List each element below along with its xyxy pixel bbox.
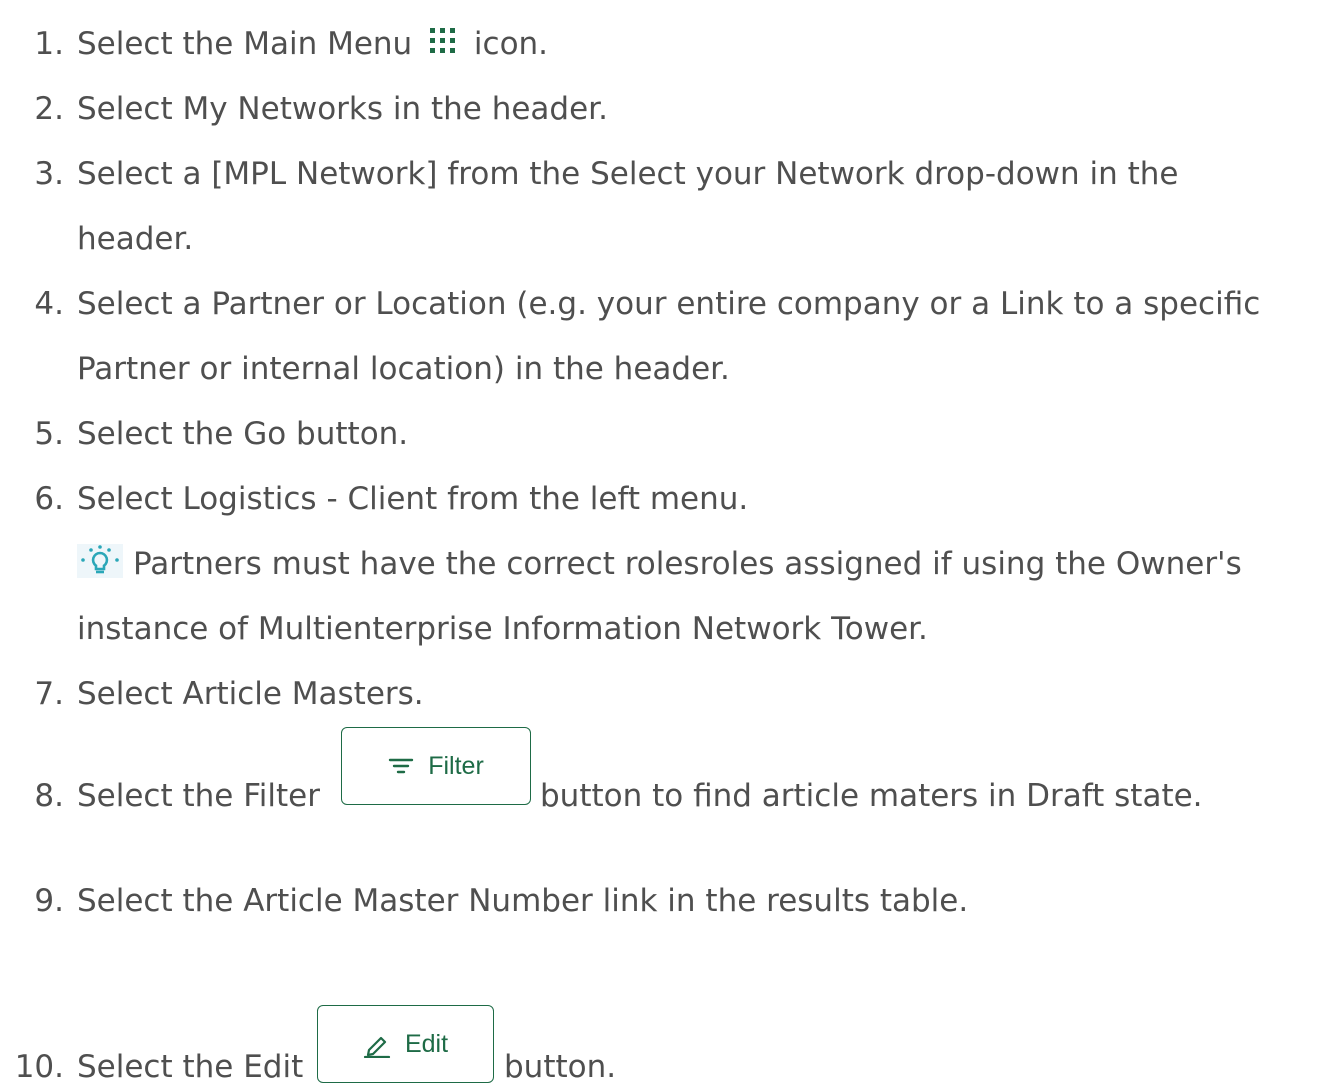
step-10-after: button. — [504, 1049, 616, 1085]
step-number: 5. — [34, 416, 64, 452]
instructions-document: 1. Select the Main Menu icon. 2. Select … — [0, 0, 1331, 1086]
step-text-after: button to find article maters in Draft s… — [540, 778, 1203, 814]
pencil-icon — [363, 1036, 391, 1058]
step-number: 6. — [34, 481, 64, 517]
filter-button-label: Filter — [428, 751, 484, 780]
step-number: 8. — [34, 778, 64, 814]
step-text-after: icon. — [473, 26, 549, 62]
tip-text: Partners must have the correct rolesrole… — [133, 546, 1242, 582]
step-text: Select My Networks in the header. — [77, 91, 608, 127]
step-number: 4. — [34, 286, 64, 322]
step-text: header. — [77, 221, 194, 257]
edit-button[interactable]: Edit — [317, 1005, 494, 1083]
grid-dots-icon — [430, 27, 456, 53]
step-text: Select the Filter — [77, 778, 320, 814]
step-text: Select the Article Master Number link in… — [77, 883, 969, 919]
edit-button-label: Edit — [404, 1029, 449, 1058]
step-number: 10. — [14, 1049, 64, 1085]
step-text: Select the Go button. — [77, 416, 409, 452]
step-text: Select a Partner or Location (e.g. your … — [77, 286, 1261, 322]
step-text-after: button. — [504, 1049, 617, 1085]
step-number: 1. — [34, 26, 64, 62]
step-number: 3. — [34, 156, 64, 192]
step-text: Partner or internal location) in the hea… — [77, 351, 730, 387]
step-text: Select Article Masters. — [77, 676, 424, 712]
tip-text: instance of Multienterprise Information … — [77, 611, 928, 647]
step-number: 2. — [34, 91, 64, 127]
step-text: Select the Main Menu — [77, 26, 413, 62]
filter-lines-icon — [389, 758, 414, 774]
step-number: 9. — [34, 883, 64, 919]
step-8-after: button to find article maters in Draft s… — [540, 778, 1203, 814]
filter-button[interactable]: Filter — [341, 727, 531, 805]
lightbulb-icon — [77, 543, 123, 578]
step-text: Select Logistics - Client from the left … — [77, 481, 749, 517]
step-number: 7. — [34, 676, 64, 712]
step-text: Select a [MPL Network] from the Select y… — [77, 156, 1179, 192]
step-text: Select the Edit — [77, 1049, 304, 1085]
